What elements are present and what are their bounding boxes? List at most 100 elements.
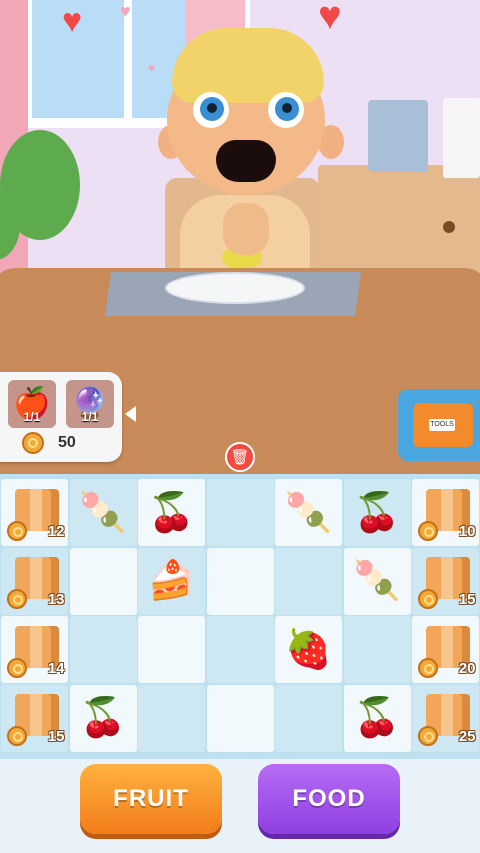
- board-cell[interactable]: 🍡: [69, 479, 137, 546]
- cake-slice-icon[interactable]: 🍰: [148, 562, 195, 600]
- locked-crate[interactable]: 14: [6, 622, 65, 678]
- plate[interactable]: [165, 272, 305, 304]
- popsicle-pink-icon[interactable]: 🍡: [285, 494, 332, 532]
- coin-icon: [417, 520, 438, 541]
- booster-slot-orb[interactable]: 🔮 1/1: [66, 380, 114, 428]
- board-cell[interactable]: [343, 616, 411, 683]
- board-cell[interactable]: [138, 616, 205, 683]
- coin-value: 50: [58, 434, 76, 451]
- crate-cost: 25: [458, 728, 476, 745]
- board-cell[interactable]: 12: [1, 479, 68, 546]
- coin-icon: [417, 726, 438, 746]
- crate-cost: 13: [47, 591, 65, 608]
- heart-icon: ♥: [120, 1, 131, 21]
- trash-icon: 🗑: [230, 449, 250, 466]
- paper-box: [443, 98, 480, 178]
- board-cell[interactable]: 25: [412, 684, 479, 752]
- collapse-panel-arrow-icon[interactable]: [125, 406, 136, 422]
- board-cell[interactable]: [69, 616, 137, 683]
- crate-cost: 10: [458, 522, 476, 540]
- cherries-icon[interactable]: 🍒: [148, 494, 195, 532]
- baby-eye: [193, 92, 229, 128]
- food-button-label: FOOD: [292, 785, 366, 812]
- heart-icon: ♥: [318, 0, 342, 38]
- toolbox-label: TOOLS: [429, 419, 455, 431]
- locked-crate[interactable]: 15: [6, 690, 65, 746]
- locked-crate[interactable]: 10: [417, 485, 476, 541]
- coin-icon: [6, 726, 27, 746]
- baby-mouth: [216, 140, 276, 182]
- bottom-bar: [0, 759, 480, 853]
- cherries-icon[interactable]: 🍒: [353, 699, 400, 737]
- booster-slot-apple[interactable]: 🍎 1/1: [8, 380, 56, 428]
- baby-hands: [223, 203, 269, 255]
- board-cell[interactable]: [206, 684, 274, 752]
- board-cell[interactable]: [206, 547, 274, 615]
- toolbox-icon: TOOLS: [413, 403, 473, 447]
- cherries-icon[interactable]: 🍒: [353, 494, 400, 532]
- coin-balance: 50: [22, 432, 76, 454]
- heart-icon: ♥: [62, 2, 83, 40]
- board-cell[interactable]: [69, 547, 137, 615]
- trash-button[interactable]: 🗑: [225, 442, 255, 472]
- food-button[interactable]: FOOD: [258, 764, 400, 834]
- crate-cost: 20: [458, 659, 476, 677]
- locked-crate[interactable]: 25: [417, 690, 476, 746]
- toolbox-button[interactable]: TOOLS: [398, 389, 480, 461]
- board-cell[interactable]: 🍡: [275, 479, 342, 546]
- crate-cost: 15: [458, 591, 476, 608]
- booster-count: 1/1: [23, 410, 41, 424]
- crate-tape: [29, 557, 42, 599]
- board-cell[interactable]: 🍒: [69, 684, 137, 752]
- locked-crate[interactable]: 20: [417, 622, 476, 678]
- locked-crate[interactable]: 15: [417, 553, 476, 609]
- board-cell[interactable]: 🍓: [275, 616, 342, 683]
- crate-tape: [440, 488, 453, 531]
- popsicle-pink-icon[interactable]: 🍡: [353, 562, 400, 600]
- board-cell[interactable]: 20: [412, 616, 479, 683]
- board-cell[interactable]: 15: [412, 547, 479, 615]
- crate-cost: 14: [47, 659, 65, 677]
- board-cell[interactable]: [206, 479, 274, 546]
- crate-tape: [29, 694, 42, 736]
- coin-icon: [22, 432, 44, 454]
- board-cell[interactable]: 13: [1, 547, 68, 615]
- board-cell[interactable]: [275, 684, 342, 752]
- crate-tape: [440, 557, 453, 599]
- board-cell[interactable]: 10: [412, 479, 479, 546]
- fruit-button[interactable]: FRUIT: [80, 764, 222, 834]
- cherries-icon[interactable]: 🍒: [79, 699, 126, 737]
- crate-tape: [29, 625, 42, 668]
- coin-icon: [417, 589, 438, 609]
- board-cell[interactable]: 🍡: [343, 547, 411, 615]
- crate-cost: 12: [47, 522, 65, 540]
- board-cell[interactable]: 🍒: [343, 479, 411, 546]
- merge-board: 12 🍡 🍒 🍡 🍒 10 13 🍰 🍡 15 14 🍓 20 15 🍒 🍒 25: [0, 474, 480, 759]
- locked-crate[interactable]: 13: [6, 553, 65, 609]
- board-cell[interactable]: 14: [1, 616, 68, 683]
- storage-box: [368, 100, 428, 172]
- board-cell[interactable]: 🍒: [343, 684, 411, 752]
- coin-icon: [6, 589, 27, 609]
- cabinet-knob: [443, 221, 455, 233]
- coin-icon: [6, 520, 27, 541]
- crate-tape: [440, 625, 453, 668]
- heart-icon: ♥: [148, 61, 156, 75]
- baby-hair: [172, 28, 324, 103]
- baby-eye: [268, 92, 304, 128]
- board-cell[interactable]: 15: [1, 684, 68, 752]
- board-cell[interactable]: [275, 547, 342, 615]
- locked-crate[interactable]: 12: [6, 485, 65, 541]
- coin-icon: [6, 657, 27, 678]
- popsicle-blue-icon[interactable]: 🍡: [79, 494, 126, 532]
- board-cell[interactable]: [138, 684, 205, 752]
- board-cell[interactable]: 🍰: [138, 547, 205, 615]
- board-cell[interactable]: [206, 616, 274, 683]
- fruit-button-label: FRUIT: [113, 785, 189, 812]
- booster-count: 1/1: [81, 410, 99, 424]
- crate-tape: [440, 694, 453, 736]
- strawberry-icon[interactable]: 🍓: [285, 631, 332, 669]
- crate-cost: 15: [47, 728, 65, 745]
- board-cell[interactable]: 🍒: [138, 479, 205, 546]
- crate-tape: [29, 488, 42, 531]
